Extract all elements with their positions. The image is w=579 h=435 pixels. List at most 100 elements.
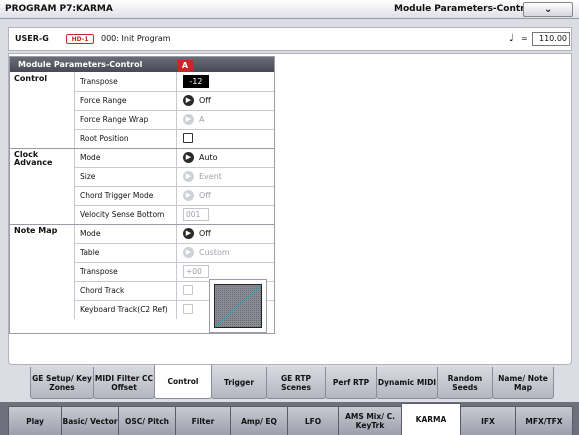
chord-trigger-popup[interactable]: ▶ Off [183,189,211,202]
param-row-root-position: Root Position [10,129,274,148]
group-label-control: Control [14,74,48,83]
mode-tab-bar: Play Basic/ Vector OSC/ Pitch Filter Amp… [0,402,579,435]
tab-lfo[interactable]: LFO [287,406,339,435]
clock-mode-popup[interactable]: ▶ Auto [183,151,218,164]
param-row-force-range-wrap: Force Range Wrap ▶ A [10,110,274,129]
param-cell: 001 [176,205,274,224]
program-select-bar[interactable]: USER-G HD-1 000: Init Program ♩ = 110.00 [8,27,572,51]
param-cell: -12 [176,72,274,91]
param-label: Force Range [74,91,176,110]
arrow-right-icon: ▶ [183,228,194,239]
param-cell: ▶ Custom [176,243,274,262]
tab-ge-rtp-scenes[interactable]: GE RTP Scenes [266,367,326,399]
group-divider [10,224,274,225]
param-cell: ▶ Off [176,91,274,110]
tempo-equals: = [521,34,528,43]
chord-trigger-value: Off [199,191,211,200]
tab-dynamic-midi[interactable]: Dynamic MIDI [376,367,438,399]
arrow-right-icon: ▶ [183,95,194,106]
chord-track-checkbox[interactable] [183,285,193,295]
row-divider [74,167,274,168]
row-divider [74,186,274,187]
program-bank: USER-G [15,34,49,43]
arrow-right-icon: ▶ [183,152,194,163]
arrow-right-icon: ▶ [183,114,194,125]
group-label-clock-advance: Clock Advance [14,150,53,167]
param-label: Root Position [74,129,176,148]
param-row-nm-mode: Note Map Mode ▶ Off [10,224,274,243]
tab-karma[interactable]: KARMA [401,403,461,435]
tab-osc-pitch[interactable]: OSC/ Pitch [118,406,176,435]
note-map-mode-popup[interactable]: ▶ Off [183,227,211,240]
note-map-transpose-value[interactable]: +00 [183,265,209,278]
keyboard-track-checkbox[interactable] [183,304,193,314]
tab-mfx-tfx[interactable]: MFX/TFX [515,406,573,435]
force-range-popup[interactable]: ▶ Off [183,94,211,107]
table-popup[interactable]: ▶ Custom [183,246,230,259]
tab-filter[interactable]: Filter [175,406,231,435]
tab-play[interactable]: Play [8,406,62,435]
tab-perf-rtp[interactable]: Perf RTP [325,367,377,399]
arrow-right-icon: ▶ [183,190,194,201]
tempo-control: ♩ = 110.00 [507,32,571,48]
quarter-note-icon: ♩ [509,33,514,44]
tab-ams-mix[interactable]: AMS Mix/ C. KeyTrk [338,406,402,435]
tab-trigger[interactable]: Trigger [211,367,267,399]
tab-name-note-map[interactable]: Name/ Note Map [492,367,554,399]
row-divider [74,243,274,244]
param-label: Force Range Wrap [74,110,176,129]
param-row-ca-size: Size ▶ Event [10,167,274,186]
tab-control[interactable]: Control [154,365,212,399]
note-map-mode-value: Off [199,229,211,238]
page-menu-button[interactable]: ⌄ [523,2,573,17]
param-cell: ▶ Event [176,167,274,186]
param-label: Table [74,243,176,262]
tab-ge-setup[interactable]: GE Setup/ Key Zones [30,367,94,399]
root-position-checkbox[interactable] [183,133,193,143]
tab-random-seeds[interactable]: Random Seeds [437,367,493,399]
tab-basic-vector[interactable]: Basic/ Vector [61,406,119,435]
section-header: Module Parameters-Control A [10,57,274,72]
tempo-field[interactable]: 110.00 [532,32,570,46]
arrow-right-icon: ▶ [183,247,194,258]
row-divider [74,91,274,92]
param-row-force-range: Force Range ▶ Off [10,91,274,110]
mode-page-title: PROGRAM P7:KARMA [5,4,113,14]
param-label: Transpose [74,262,176,281]
page-title: Module Parameters-Control [394,4,534,14]
param-cell [176,129,274,148]
note-map-graph[interactable] [209,279,267,333]
group-divider [10,148,274,149]
hd1-badge: HD-1 [66,34,94,44]
param-cell: ▶ Auto [176,148,274,167]
title-bar: PROGRAM P7:KARMA Module Parameters-Contr… [0,0,579,19]
row-divider [74,129,274,130]
group-label-note-map: Note Map [14,226,58,235]
param-label: Size [74,167,176,186]
page-tab-bar: GE Setup/ Key Zones MIDI Filter CC Offse… [8,365,572,399]
arrow-right-icon: ▶ [183,171,194,182]
row-divider [74,262,274,263]
tab-midi-filter[interactable]: MIDI Filter CC Offset [93,367,155,399]
module-tag: A [177,60,193,72]
chevron-down-icon: ⌄ [544,4,553,15]
param-row-chord-trigger: Chord Trigger Mode ▶ Off [10,186,274,205]
row-divider [74,205,274,206]
param-row-ca-mode: Clock Advance Mode ▶ Auto [10,148,274,167]
param-cell: ▶ A [176,110,274,129]
param-row-nm-table: Table ▶ Custom [10,243,274,262]
tab-ifx[interactable]: IFX [460,406,516,435]
velocity-sense-value[interactable]: 001 [183,208,209,221]
param-row-transpose: Control Transpose -12 [10,72,274,91]
force-range-value: Off [199,96,211,105]
size-value: Event [199,172,222,181]
tab-amp-eq[interactable]: Amp/ EQ [230,406,288,435]
program-name[interactable]: 000: Init Program [101,34,171,43]
size-popup[interactable]: ▶ Event [183,170,222,183]
force-range-wrap-popup[interactable]: ▶ A [183,113,204,126]
param-label: Chord Trigger Mode [74,186,176,205]
param-label: Velocity Sense Bottom [74,205,176,224]
transpose-value[interactable]: -12 [183,75,209,88]
force-range-wrap-value: A [199,115,205,124]
note-map-curve [214,284,262,328]
